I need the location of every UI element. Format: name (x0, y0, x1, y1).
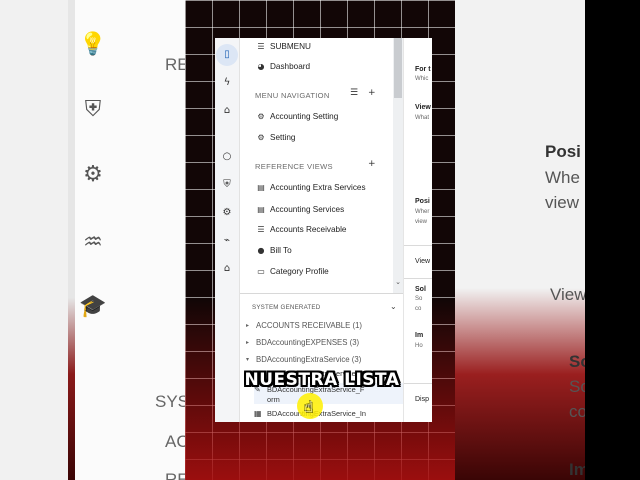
menu-navigation-heading: MENU NAVIGATION (255, 91, 330, 100)
background-text: co (569, 402, 585, 421)
graduation-icon[interactable]: ⌂ (216, 258, 238, 280)
scrollbar-thumb[interactable] (394, 38, 402, 98)
nav-item-accounting-setting[interactable]: ⚙ Accounting Setting (256, 108, 338, 124)
shield-icon: ⛨ (84, 97, 102, 122)
property-subtitle: co (415, 306, 422, 312)
icon-rail: ▯ ϟ ⌂ ○ ⛨ ⚙ ⌁ ⌂ (215, 38, 240, 422)
tree-group-accounts-receivable[interactable]: ▸ ACCOUNTS RECEIVABLE (1) (246, 318, 362, 332)
background-left: 💡 ⛨ ⚙ ♒ 🎓 RE SYS AC RE (0, 0, 190, 480)
property-subtitle: view (415, 219, 428, 225)
divider (404, 245, 432, 246)
property-subtitle: Whic (415, 76, 429, 82)
background-text: Im (569, 460, 585, 479)
property-title: For t (415, 66, 431, 73)
ref-item-label: Category Profile (270, 266, 329, 276)
shield-icon[interactable]: ⛨ (216, 174, 238, 196)
ref-item-label: Bill To (270, 245, 292, 255)
ref-item-accounting-services[interactable]: ▤ Accounting Services (256, 201, 344, 217)
graduation-icon: 🎓 (79, 294, 107, 319)
table-icon: ▦ (254, 408, 262, 418)
properties-panel: For t Whic View What Posi Wher view View… (403, 38, 432, 422)
ref-item-category-profile[interactable]: ▭ Category Profile (256, 263, 329, 279)
tree-group-label: ACCOUNTS RECEIVABLE (1) (256, 320, 363, 330)
lightbulb-icon[interactable]: ○ (216, 146, 238, 168)
background-text: View (550, 285, 585, 304)
chevron-down-icon[interactable]: ⌄ (393, 278, 403, 286)
property-subtitle: Ho (415, 343, 423, 349)
tree-leaf-continued[interactable]: orm (254, 394, 404, 404)
caret-down-icon: ▾ (246, 355, 250, 363)
background-text: So (569, 352, 585, 371)
menu-scrollbar[interactable]: ⌄ (393, 38, 403, 293)
background-text: Whe (545, 168, 580, 187)
ref-item-label: Accounting Services (270, 204, 345, 214)
property-title: Posi (415, 198, 430, 205)
nav-item-label: Accounting Setting (270, 111, 339, 121)
caret-right-icon: ▸ (246, 321, 250, 329)
nav-item-setting[interactable]: ⚙ Setting (256, 129, 296, 145)
system-generated-heading: SYSTEM GENERATED (252, 304, 321, 311)
video-caption: NUESTRA LISTA (244, 370, 400, 390)
background-right: Posi Whe view View So Sc co Im (455, 0, 585, 480)
reorder-icon[interactable]: ☰ (350, 88, 358, 98)
hand-cursor-icon: ☝ (304, 398, 314, 416)
divider (404, 278, 432, 279)
dashboard-item[interactable]: ◕ Dashboard (256, 58, 311, 74)
property-subtitle: So (415, 296, 423, 302)
gear-icon[interactable]: ⚙ (216, 202, 238, 224)
property-title: Disp (415, 396, 430, 403)
background-text: view (545, 193, 580, 212)
ref-item-label: Accounts Receivable (270, 224, 347, 234)
tree-group-label: BDAccountingEXPENSES (3) (256, 337, 360, 347)
caret-right-icon: ▸ (246, 338, 250, 346)
ref-item-accounts-receivable[interactable]: ☰ Accounts Receivable (256, 221, 346, 237)
document-icon: ▤ (257, 182, 265, 192)
lightning-icon[interactable]: ϟ (216, 72, 238, 94)
add-icon[interactable]: + (368, 88, 376, 98)
submenu-item[interactable]: ☰ SUBMENU (256, 38, 311, 54)
property-title: Sol (415, 286, 426, 293)
pulse-icon: ♒ (83, 230, 103, 255)
list-icon: ☰ (257, 41, 265, 51)
ref-item-label: Accounting Extra Services (270, 182, 366, 192)
nav-item-label: Setting (270, 132, 296, 142)
reference-views-heading: REFERENCE VIEWS (255, 162, 333, 171)
lightbulb-icon: 💡 (79, 32, 107, 57)
list-icon: ☰ (257, 224, 265, 234)
tree-group-bdaccounting-expenses[interactable]: ▸ BDAccountingEXPENSES (3) (246, 335, 359, 349)
background-text: Posi (545, 142, 581, 161)
property-subtitle: Wher (415, 209, 430, 215)
gear-icon: ⚙ (257, 132, 265, 142)
background-text: SYS (155, 392, 190, 411)
pie-chart-icon: ◕ (257, 61, 265, 71)
app-screen: ▯ ϟ ⌂ ○ ⛨ ⚙ ⌁ ⌂ ☰ SUBMENU ◕ Dashboard ME… (215, 38, 432, 422)
mobile-icon[interactable]: ▯ (216, 44, 238, 66)
tree-leaf[interactable]: ▦ BDAccountingExtraService_In (254, 407, 404, 419)
submenu-label: SUBMENU (270, 41, 311, 51)
property-title: Im (415, 332, 424, 339)
tree-group-label: BDAccountingExtraService (3) (256, 354, 362, 364)
card-icon: ▭ (257, 266, 265, 276)
property-title: View (415, 258, 431, 265)
user-icon: ● (257, 245, 265, 255)
gear-icon: ⚙ (83, 162, 103, 187)
ref-item-bill-to[interactable]: ● Bill To (256, 242, 292, 258)
add-icon[interactable]: + (368, 159, 376, 169)
gears-icon: ⚙ (257, 111, 265, 121)
pulse-icon[interactable]: ⌁ (216, 230, 238, 252)
document-icon: ▤ (257, 204, 265, 214)
background-strip (0, 0, 68, 480)
robot-icon[interactable]: ⌂ (216, 100, 238, 122)
property-subtitle: What (415, 115, 430, 121)
ref-item-accounting-extra-services[interactable]: ▤ Accounting Extra Services (256, 179, 366, 195)
tree-group-bdaccounting-extraservice[interactable]: ▾ BDAccountingExtraService (3) (246, 352, 361, 366)
dashboard-label: Dashboard (270, 61, 311, 71)
tree-leaf-label: orm (267, 394, 280, 404)
property-title: View (415, 104, 431, 111)
background-text: Sc (569, 377, 585, 396)
chevron-down-icon[interactable]: ⌄ (390, 302, 397, 311)
